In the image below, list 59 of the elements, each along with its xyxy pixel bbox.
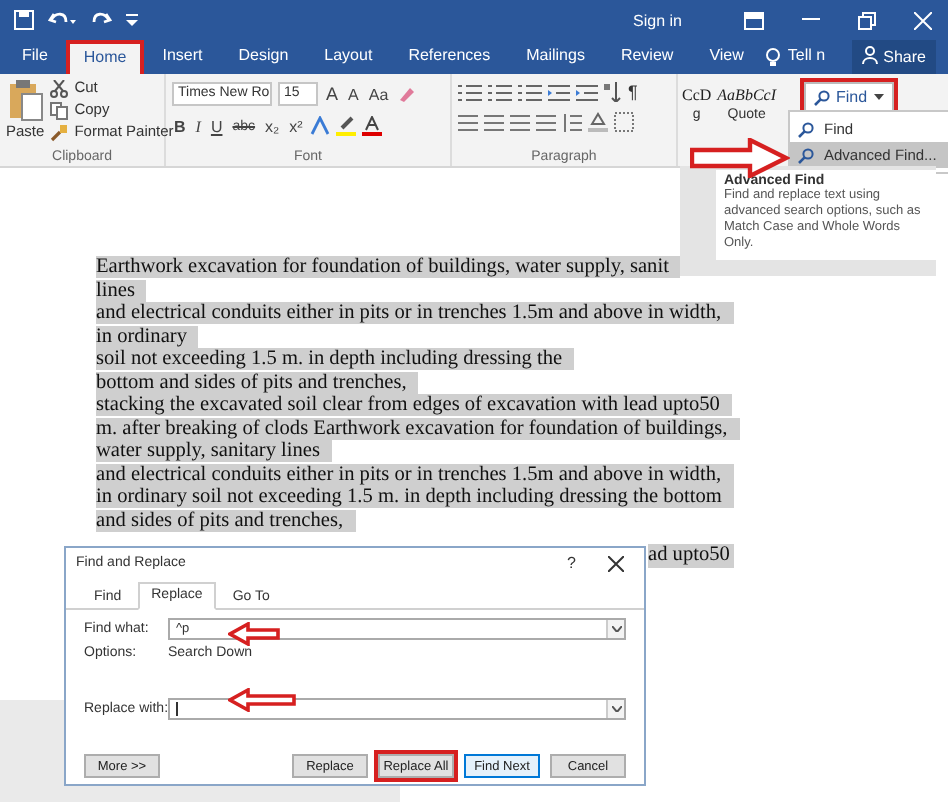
font-command[interactable]: x₂: [263, 117, 282, 135]
font-command[interactable]: x²: [287, 117, 305, 135]
font-command[interactable]: B: [172, 117, 188, 135]
align-icon[interactable]: [510, 113, 530, 131]
search-icon: [798, 121, 814, 137]
font-command[interactable]: U: [208, 117, 225, 135]
person-icon: [861, 45, 878, 63]
ribbon-tab[interactable]: Insert: [148, 44, 217, 74]
copy-icon: [50, 101, 69, 119]
ribbon-display-icon[interactable]: [744, 11, 764, 29]
replace-with-field[interactable]: [168, 698, 626, 720]
tell-me-field[interactable]: Tell n: [787, 44, 826, 74]
list-icon[interactable]: [458, 83, 482, 101]
line-spacing-icon[interactable]: [562, 113, 582, 131]
align-icon[interactable]: [458, 113, 478, 131]
font-command[interactable]: A: [346, 85, 361, 103]
restore-icon[interactable]: [858, 11, 876, 29]
scissors-icon: [50, 79, 69, 97]
ribbon-tab[interactable]: Design: [224, 44, 303, 74]
ribbon-tab[interactable]: References: [394, 44, 505, 74]
list-icon[interactable]: [488, 83, 512, 101]
caret-icon: [611, 626, 621, 632]
highlighter-icon[interactable]: [336, 116, 357, 136]
annotation-arrow: [228, 622, 280, 646]
clear-formatting-icon[interactable]: [396, 84, 417, 104]
sort-icon[interactable]: [604, 82, 622, 102]
font-color-icon[interactable]: [362, 116, 383, 136]
annotation-arrow: [228, 688, 296, 712]
customize-icon[interactable]: [126, 12, 138, 28]
align-icon[interactable]: [536, 113, 556, 131]
font-command[interactable]: I: [193, 117, 203, 135]
close-icon[interactable]: [608, 555, 624, 571]
ribbon-tab[interactable]: Review: [606, 44, 688, 74]
align-icon[interactable]: [484, 113, 504, 131]
sign-in-link[interactable]: Sign in: [633, 11, 682, 29]
indent-icon[interactable]: [548, 83, 570, 101]
paragraph-mark-button[interactable]: ¶: [628, 82, 638, 102]
ribbon-tab[interactable]: Home: [69, 44, 141, 74]
lightbulb-icon: [765, 48, 780, 68]
share-button[interactable]: Share: [851, 39, 936, 75]
ribbon-tab[interactable]: File: [8, 44, 62, 74]
font-command[interactable]: Aa: [366, 85, 391, 103]
font-command[interactable]: A: [324, 84, 341, 104]
list-icon[interactable]: [518, 83, 542, 101]
search-icon: [798, 147, 814, 163]
minimize-icon[interactable]: [802, 18, 820, 22]
borders-icon[interactable]: [614, 112, 634, 132]
save-icon[interactable]: [14, 10, 34, 30]
brush-icon: [50, 123, 69, 141]
caret-icon: [611, 706, 621, 712]
help-button[interactable]: ?: [567, 554, 576, 572]
ribbon-tab[interactable]: Mailings: [512, 44, 599, 74]
find-button[interactable]: Find: [804, 82, 894, 112]
caret-icon: [873, 94, 884, 100]
ribbon-tab[interactable]: View: [695, 44, 758, 74]
indent-icon[interactable]: [576, 83, 598, 101]
search-icon: [814, 89, 830, 105]
ribbon-tab[interactable]: Layout: [310, 44, 387, 74]
shading-icon[interactable]: [588, 112, 608, 132]
